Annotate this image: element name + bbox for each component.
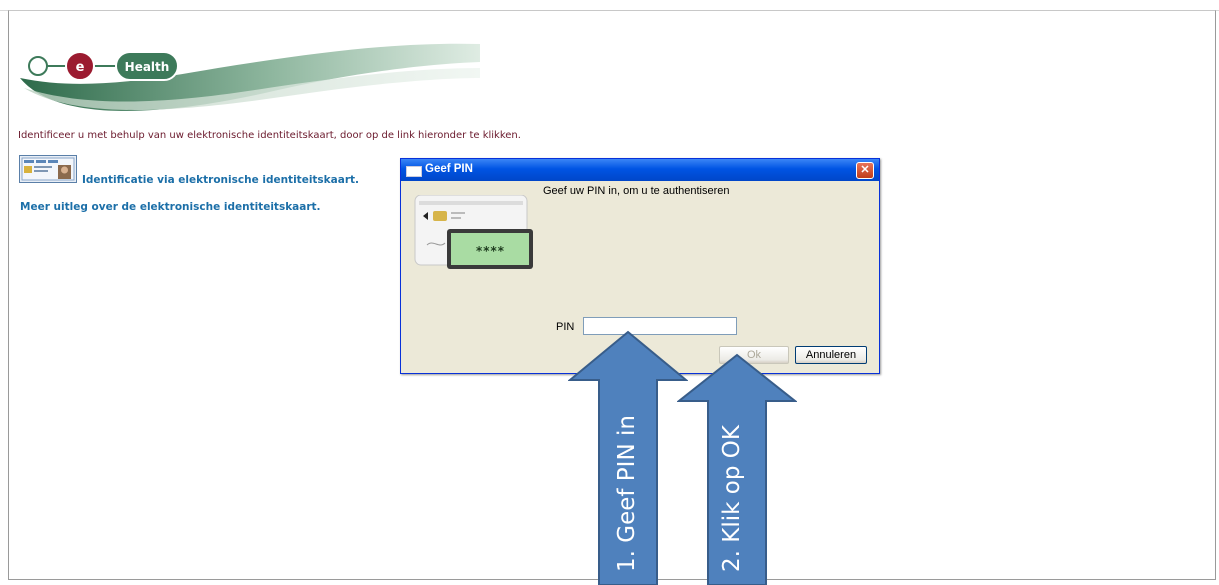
step2-label: 2. Klik op OK bbox=[719, 425, 745, 572]
eid-more-info-link[interactable]: Meer uitleg over de elektronische identi… bbox=[20, 201, 321, 213]
card-reader-illustration: **** bbox=[414, 195, 533, 269]
card-mask-text: **** bbox=[476, 244, 505, 258]
dialog-titlebar[interactable]: Geef PIN ✕ bbox=[401, 159, 879, 181]
window-icon bbox=[406, 166, 422, 177]
logo-e: e bbox=[76, 60, 85, 75]
eid-card-icon[interactable] bbox=[19, 155, 77, 183]
logo-health: Health bbox=[125, 60, 170, 74]
cancel-button[interactable]: Annuleren bbox=[795, 346, 867, 364]
close-button[interactable]: ✕ bbox=[856, 162, 874, 179]
step1-label: 1. Geef PIN in bbox=[614, 415, 640, 572]
ehealth-logo: e Health bbox=[20, 43, 480, 112]
intro-text: Identificeer u met behulp van uw elektro… bbox=[18, 130, 521, 141]
eid-login-link[interactable]: Identificatie via elektronische identite… bbox=[82, 174, 359, 186]
dialog-title: Geef PIN bbox=[425, 163, 473, 175]
pin-prompt: Geef uw PIN in, om u te authentiseren bbox=[543, 185, 730, 197]
